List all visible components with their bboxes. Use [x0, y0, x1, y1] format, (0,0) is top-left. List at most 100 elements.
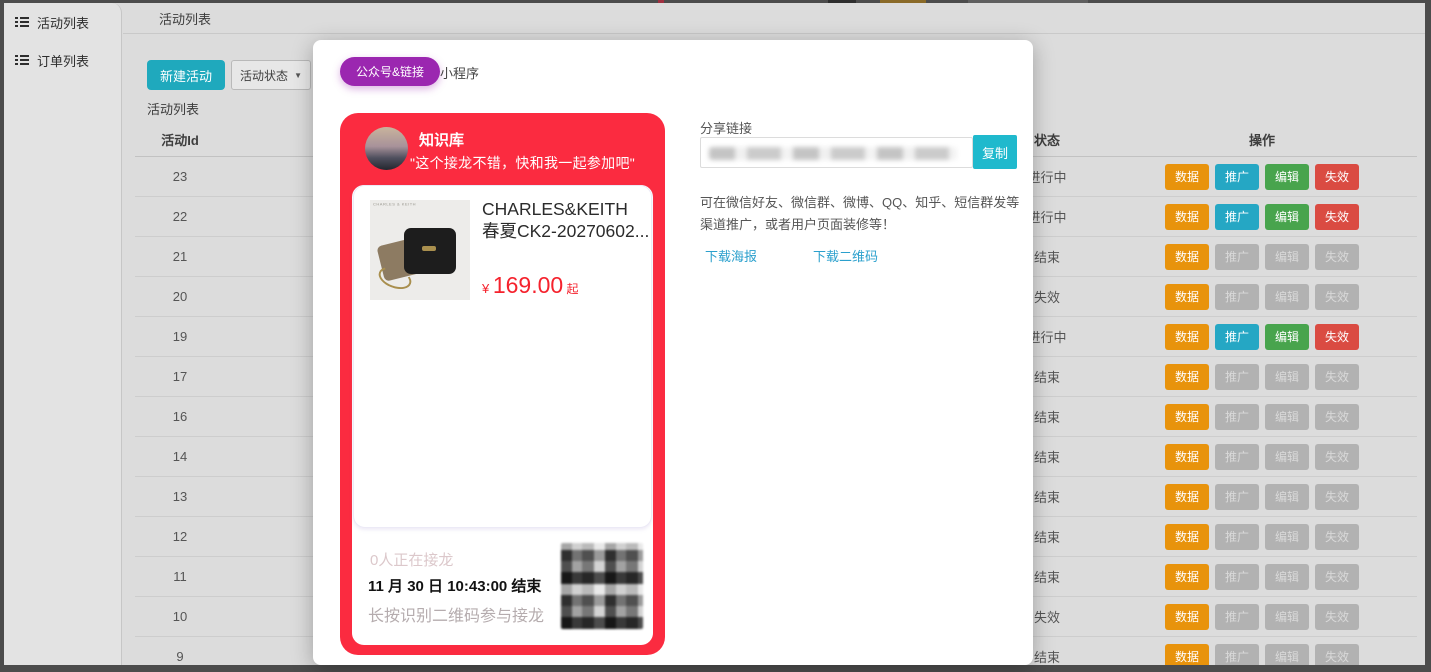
breadcrumb-bar: 活动列表 — [123, 3, 1425, 34]
data-button[interactable]: 数据 — [1165, 324, 1209, 350]
invalidate-button[interactable]: 失效 — [1315, 564, 1359, 590]
invalidate-button[interactable]: 失效 — [1315, 164, 1359, 190]
invalidate-button[interactable]: 失效 — [1315, 284, 1359, 310]
invalidate-button[interactable]: 失效 — [1315, 404, 1359, 430]
edit-button[interactable]: 编辑 — [1265, 164, 1309, 190]
sidebar-item-label: 订单列表 — [37, 51, 89, 70]
edit-button[interactable]: 编辑 — [1265, 524, 1309, 550]
data-button[interactable]: 数据 — [1165, 444, 1209, 470]
tab-official-account-link[interactable]: 公众号&链接 — [340, 57, 440, 86]
edit-button[interactable]: 编辑 — [1265, 364, 1309, 390]
activity-status-select[interactable]: 活动状态 ▼ — [231, 60, 311, 90]
promote-button[interactable]: 推广 — [1215, 324, 1259, 350]
sidebar-item-activity-list[interactable]: 活动列表 — [4, 3, 121, 41]
product-card: CHARLES & KEITH CHARLES&KEITH 春夏CK2-2027… — [353, 185, 652, 528]
invalidate-button[interactable]: 失效 — [1315, 244, 1359, 270]
copy-button[interactable]: 复制 — [973, 135, 1017, 169]
share-dialog: 公众号&链接 小程序 知识库 "这个接龙不错，快和我一起参加吧" CHARLES… — [313, 40, 1033, 665]
invalidate-button[interactable]: 失效 — [1315, 484, 1359, 510]
edit-button[interactable]: 编辑 — [1265, 444, 1309, 470]
promote-button[interactable]: 推广 — [1215, 484, 1259, 510]
promote-button[interactable]: 推广 — [1215, 284, 1259, 310]
promote-button[interactable]: 推广 — [1215, 164, 1259, 190]
promote-button[interactable]: 推广 — [1215, 604, 1259, 630]
row-activity-id: 19 — [135, 329, 225, 344]
row-activity-id: 17 — [135, 369, 225, 384]
row-actions: 数据推广编辑失效 — [1107, 564, 1417, 590]
promote-button[interactable]: 推广 — [1215, 364, 1259, 390]
invalidate-button[interactable]: 失效 — [1315, 204, 1359, 230]
row-activity-id: 20 — [135, 289, 225, 304]
data-button[interactable]: 数据 — [1165, 244, 1209, 270]
row-activity-id: 13 — [135, 489, 225, 504]
qr-code — [561, 543, 643, 629]
promote-button[interactable]: 推广 — [1215, 244, 1259, 270]
promote-button[interactable]: 推广 — [1215, 564, 1259, 590]
data-button[interactable]: 数据 — [1165, 644, 1209, 666]
edit-button[interactable]: 编辑 — [1265, 604, 1309, 630]
participants-count: 0人正在接龙 — [370, 549, 453, 570]
activity-status-select-value: 活动状态 — [240, 67, 288, 84]
edit-button[interactable]: 编辑 — [1265, 324, 1309, 350]
download-poster-link[interactable]: 下载海报 — [705, 246, 757, 265]
row-actions: 数据推广编辑失效 — [1107, 284, 1417, 310]
end-time: 11 月 30 日 10:43:00 结束 — [368, 575, 541, 596]
column-header-id: 活动Id — [135, 130, 225, 149]
invalidate-button[interactable]: 失效 — [1315, 604, 1359, 630]
data-button[interactable]: 数据 — [1165, 604, 1209, 630]
row-actions: 数据推广编辑失效 — [1107, 324, 1417, 350]
data-button[interactable]: 数据 — [1165, 364, 1209, 390]
edit-button[interactable]: 编辑 — [1265, 204, 1309, 230]
list-icon — [15, 55, 29, 66]
edit-button[interactable]: 编辑 — [1265, 244, 1309, 270]
row-actions: 数据推广编辑失效 — [1107, 444, 1417, 470]
edit-button[interactable]: 编辑 — [1265, 404, 1309, 430]
sidebar-item-order-list[interactable]: 订单列表 — [4, 41, 121, 79]
data-button[interactable]: 数据 — [1165, 484, 1209, 510]
product-title-line2: 春夏CK2-20270602... — [482, 220, 658, 242]
promote-button[interactable]: 推广 — [1215, 444, 1259, 470]
promote-button[interactable]: 推广 — [1215, 524, 1259, 550]
data-button[interactable]: 数据 — [1165, 204, 1209, 230]
product-image: CHARLES & KEITH — [370, 200, 470, 300]
row-actions: 数据推广编辑失效 — [1107, 404, 1417, 430]
data-button[interactable]: 数据 — [1165, 164, 1209, 190]
promote-button[interactable]: 推广 — [1215, 404, 1259, 430]
row-activity-id: 21 — [135, 249, 225, 264]
data-button[interactable]: 数据 — [1165, 404, 1209, 430]
invalidate-button[interactable]: 失效 — [1315, 644, 1359, 666]
row-actions: 数据推广编辑失效 — [1107, 484, 1417, 510]
scan-hint: 长按识别二维码参与接龙 — [368, 602, 544, 626]
row-actions: 数据推广编辑失效 — [1107, 364, 1417, 390]
list-icon — [15, 17, 29, 28]
share-link-label: 分享链接 — [700, 118, 752, 137]
product-title: CHARLES&KEITH 春夏CK2-20270602... — [482, 198, 658, 243]
invalidate-button[interactable]: 失效 — [1315, 324, 1359, 350]
edit-button[interactable]: 编辑 — [1265, 564, 1309, 590]
preview-quote: "这个接龙不错，快和我一起参加吧" — [410, 153, 635, 173]
invalidate-button[interactable]: 失效 — [1315, 524, 1359, 550]
row-activity-id: 22 — [135, 209, 225, 224]
row-actions: 数据推广编辑失效 — [1107, 604, 1417, 630]
tab-mini-program[interactable]: 小程序 — [440, 63, 479, 82]
product-brand-label: CHARLES & KEITH — [373, 202, 416, 207]
data-button[interactable]: 数据 — [1165, 564, 1209, 590]
data-button[interactable]: 数据 — [1165, 524, 1209, 550]
row-actions: 数据推广编辑失效 — [1107, 164, 1417, 190]
download-qrcode-link[interactable]: 下载二维码 — [813, 246, 878, 265]
sidebar-item-label: 活动列表 — [37, 13, 89, 32]
section-title: 活动列表 — [147, 99, 199, 118]
handbag-graphic — [404, 228, 456, 274]
invalidate-button[interactable]: 失效 — [1315, 364, 1359, 390]
avatar — [365, 127, 408, 170]
edit-button[interactable]: 编辑 — [1265, 284, 1309, 310]
new-activity-button[interactable]: 新建活动 — [147, 60, 225, 90]
share-link-input[interactable] — [700, 137, 973, 168]
edit-button[interactable]: 编辑 — [1265, 484, 1309, 510]
data-button[interactable]: 数据 — [1165, 284, 1209, 310]
promote-button[interactable]: 推广 — [1215, 204, 1259, 230]
edit-button[interactable]: 编辑 — [1265, 644, 1309, 666]
invalidate-button[interactable]: 失效 — [1315, 444, 1359, 470]
promote-button[interactable]: 推广 — [1215, 644, 1259, 666]
blurred-link-text — [709, 147, 957, 160]
